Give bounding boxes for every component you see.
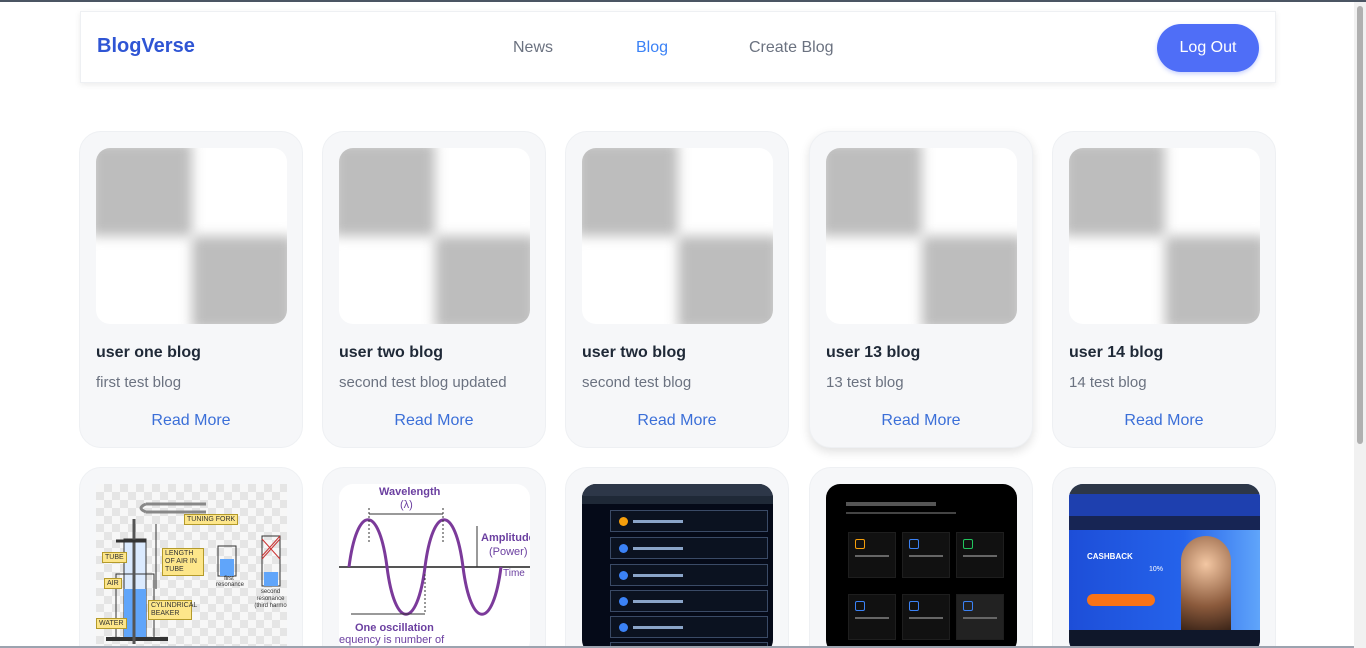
blog-title: user 13 blog [826,344,921,361]
blog-card[interactable]: Wavelength (λ) Amplitude (Power) Time On… [322,467,546,648]
blog-thumbnail [96,148,287,324]
label-air: AIR [104,578,122,589]
course-item [610,564,768,586]
blog-thumbnail [339,148,530,324]
browser-toolbar [582,496,773,504]
label-second-resonance: second resonance (third harmo [254,589,287,609]
label-length-of-air: LENGTH OF AIR IN TUBE [162,548,204,576]
read-more-link[interactable]: Read More [810,412,1032,430]
feature-tile [902,594,950,640]
banner-heading: CASHBACK [1087,552,1133,561]
read-more-link[interactable]: Read More [80,412,302,430]
blog-thumbnail: Wavelength (λ) Amplitude (Power) Time On… [339,484,530,648]
feature-tile [848,594,896,640]
scrollbar-thumb[interactable] [1357,6,1363,444]
wavelength-label: Wavelength [379,486,441,498]
feature-tile [956,532,1004,578]
blog-title: user two blog [582,344,686,361]
banner-percent: 10% [1149,566,1164,573]
read-more-link[interactable]: Read More [323,412,545,430]
label-tuning-fork: TUNING FORK [184,514,239,525]
read-more-link[interactable]: Read More [566,412,788,430]
course-item [610,616,768,638]
browser-tabs [582,484,773,496]
time-label: Time [503,568,525,579]
power-label: (Power) [489,546,528,558]
blog-thumbnail [582,148,773,324]
brand-logo[interactable]: BlogVerse [97,35,195,58]
blog-card[interactable] [565,467,789,648]
blog-thumbnail [1069,148,1260,324]
blog-card[interactable]: TUNING FORK TUBE LENGTH OF AIR IN TUBE A… [79,467,303,648]
blog-title: user one blog [96,344,201,361]
oscillation-label: One oscillation [355,622,434,634]
banner-cta-button[interactable] [1087,594,1155,606]
label-water: WATER [96,618,127,629]
blog-title: user two blog [339,344,443,361]
blog-thumbnail [582,484,773,648]
blog-subtitle: second test blog updated [339,374,507,391]
lambda-label: (λ) [400,499,413,511]
page-scrollbar[interactable] [1354,2,1366,648]
feature-tile [956,594,1004,640]
blog-thumbnail: CASHBACK 10% [1069,484,1260,648]
course-item [610,590,768,612]
frequency-label: equency is number of [339,634,445,646]
blog-thumbnail [826,148,1017,324]
blog-card[interactable] [809,467,1033,648]
blog-subtitle: second test blog [582,374,692,391]
blog-subtitle: first test blog [96,374,182,391]
read-more-link[interactable]: Read More [1053,412,1275,430]
blog-subtitle: 14 test blog [1069,374,1147,391]
label-tube: TUBE [102,552,127,563]
top-navbar: BlogVerse News Blog Create Blog Log Out [80,11,1276,83]
label-first-resonance: first resonance [216,576,245,588]
banner-person [1181,536,1231,630]
nav-link-news[interactable]: News [513,39,553,57]
feature-tile [902,532,950,578]
blog-thumbnail: TUNING FORK TUBE LENGTH OF AIR IN TUBE A… [96,484,287,648]
blog-card[interactable]: user one blog first test blog Read More [79,131,303,448]
blog-card[interactable]: user two blog second test blog Read More [565,131,789,448]
blog-card[interactable]: CASHBACK 10% [1052,467,1276,648]
logout-button[interactable]: Log Out [1157,24,1259,72]
blog-title: user 14 blog [1069,344,1164,361]
blog-card[interactable]: user two blog second test blog updated R… [322,131,546,448]
blog-subtitle: 13 test blog [826,374,904,391]
browser-tabs [1069,484,1260,494]
blog-card[interactable]: user 14 blog 14 test blog Read More [1052,131,1276,448]
nav-link-create-blog[interactable]: Create Blog [749,39,834,57]
amplitude-label: Amplitude [481,532,530,544]
course-item [610,537,768,559]
nav-link-blog[interactable]: Blog [636,39,668,57]
blog-thumbnail [826,484,1017,648]
label-cylindrical-beaker: CYLINDRICAL BEAKER [148,600,197,620]
feature-tile [848,532,896,578]
course-item [610,510,768,532]
blog-card[interactable]: user 13 blog 13 test blog Read More [809,131,1033,448]
